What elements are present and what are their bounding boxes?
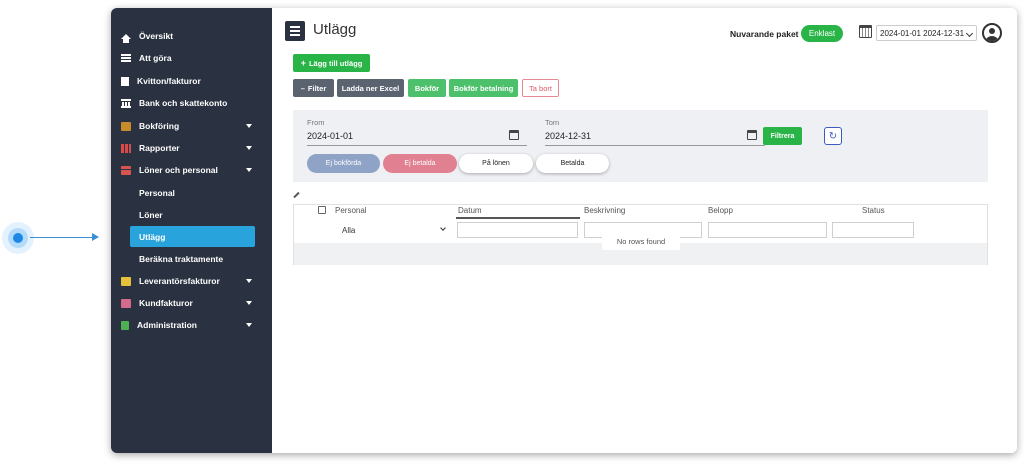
caret-down-icon: [246, 323, 252, 327]
bank-icon: [121, 98, 131, 108]
user-avatar-icon[interactable]: [982, 23, 1002, 43]
menu-icon[interactable]: [285, 21, 305, 41]
sort-indicator: [456, 217, 580, 219]
pill-pa-lonen[interactable]: På lönen: [459, 154, 533, 173]
sidebar-item-label: Översikt: [139, 31, 174, 41]
tom-underline: [545, 145, 765, 146]
add-expense-label: Lägg till utlägg: [308, 58, 363, 68]
card-icon: [121, 165, 131, 175]
home-icon: [121, 33, 131, 43]
app-window: Översikt Att göra Kvitton/fakturor Bank …: [111, 8, 1017, 453]
sidebar-subitem-loner[interactable]: Löner: [139, 210, 163, 220]
admin-icon: [121, 320, 129, 330]
tom-date-input[interactable]: 2024-12-31: [545, 131, 591, 141]
from-date-input[interactable]: 2024-01-01: [307, 131, 353, 141]
sidebar-item-label: Att göra: [139, 53, 172, 63]
tom-label: Tom: [545, 118, 560, 127]
column-header-beskrivning[interactable]: Beskrivning: [584, 206, 625, 215]
document-icon: [121, 76, 129, 86]
customer-icon: [121, 298, 131, 308]
sidebar: Översikt Att göra Kvitton/fakturor Bank …: [111, 8, 272, 453]
supplier-icon: [121, 276, 131, 286]
belopp-filter-input[interactable]: [708, 222, 827, 238]
sidebar-item-kvitton[interactable]: Kvitton/fakturor: [111, 71, 272, 91]
pin-icon[interactable]: [293, 191, 300, 199]
calendar-icon: [859, 25, 872, 38]
sidebar-item-label: Bokföring: [139, 121, 180, 131]
caret-down-icon: [246, 279, 252, 283]
period-select[interactable]: 2024-01-01 2024-12-31: [876, 25, 977, 41]
sidebar-item-leverantorsfakturor[interactable]: Leverantörsfakturor: [111, 271, 272, 291]
pill-ej-bokforda[interactable]: Ej bokförda: [307, 154, 380, 173]
caret-down-icon: [246, 146, 252, 150]
add-expense-button[interactable]: + Lägg till utlägg: [293, 54, 370, 72]
caret-down-icon: [246, 124, 252, 128]
column-header-datum[interactable]: Datum: [458, 206, 482, 215]
arrow-right-icon: [92, 233, 99, 241]
main-content: Utlägg Nuvarande paket Enklast 2024-01-0…: [272, 8, 1017, 453]
chevron-down-icon: [440, 225, 446, 231]
no-rows-overlay: No rows found: [602, 232, 680, 250]
delete-button[interactable]: Ta bort: [522, 79, 559, 97]
sidebar-item-label: Rapporter: [139, 143, 180, 153]
sidebar-item-administration[interactable]: Administration: [111, 315, 272, 335]
period-value: 2024-01-01 2024-12-31: [880, 28, 965, 38]
caret-down-icon: [246, 301, 252, 305]
column-header-personal[interactable]: Personal: [335, 206, 367, 215]
sidebar-item-label: Bank och skattekonto: [139, 98, 228, 108]
sidebar-item-rapporter[interactable]: Rapporter: [111, 138, 272, 158]
sidebar-item-oversikt[interactable]: Översikt: [111, 26, 272, 46]
sidebar-item-bokforing[interactable]: Bokföring: [111, 116, 272, 136]
datum-filter-input[interactable]: [457, 222, 578, 238]
sidebar-item-label: Administration: [137, 320, 197, 330]
from-underline: [307, 145, 527, 146]
filter-button[interactable]: – Filter: [293, 79, 334, 97]
personal-filter-value: Alla: [342, 225, 356, 235]
refresh-icon[interactable]: ↻: [824, 127, 842, 145]
package-label: Nuvarande paket: [730, 29, 799, 39]
sidebar-subitem-berakna-traktamente[interactable]: Beräkna traktamente: [139, 254, 223, 264]
sidebar-item-loner-och-personal[interactable]: Löner och personal: [111, 160, 272, 180]
minus-icon: –: [300, 83, 305, 93]
screenshot-stage: Översikt Att göra Kvitton/fakturor Bank …: [0, 0, 1024, 465]
caret-down-icon: [246, 168, 252, 172]
page-title: Utlägg: [313, 21, 357, 38]
column-header-belopp[interactable]: Belopp: [708, 206, 733, 215]
personal-filter-select[interactable]: Alla: [335, 222, 453, 238]
sidebar-item-label: Leverantörsfakturor: [139, 276, 220, 286]
book-icon: [121, 121, 131, 131]
pill-ej-betalda[interactable]: Ej betalda: [383, 154, 457, 173]
sidebar-subitem-personal[interactable]: Personal: [139, 188, 175, 198]
sidebar-subitem-utlagg[interactable]: Utlägg: [130, 226, 255, 247]
download-excel-button[interactable]: Ladda ner Excel: [337, 79, 404, 97]
pill-betalda[interactable]: Betalda: [536, 154, 609, 173]
filtrera-button[interactable]: Filtrera: [763, 127, 802, 145]
chart-icon: [121, 143, 131, 153]
pointer-line: [30, 237, 94, 238]
column-header-status[interactable]: Status: [862, 206, 885, 215]
calendar-icon[interactable]: [509, 130, 519, 140]
sidebar-item-bank[interactable]: Bank och skattekonto: [111, 93, 272, 113]
from-label: From: [307, 118, 325, 127]
sidebar-item-kundfakturor[interactable]: Kundfakturor: [111, 293, 272, 313]
calendar-icon[interactable]: [747, 130, 757, 140]
bokfor-betalning-button[interactable]: Bokför betalning: [449, 79, 518, 97]
chevron-down-icon: [965, 29, 974, 38]
sidebar-item-label: Löner och personal: [139, 165, 218, 175]
select-all-checkbox[interactable]: [318, 206, 326, 214]
status-filter-input[interactable]: [832, 222, 914, 238]
sidebar-item-label: Kundfakturor: [139, 298, 193, 308]
plus-icon: +: [300, 58, 306, 68]
sidebar-item-att-gora[interactable]: Att göra: [111, 48, 272, 68]
filter-label: Filter: [307, 83, 327, 93]
bokfor-button[interactable]: Bokför: [408, 79, 446, 97]
list-icon: [121, 53, 131, 63]
package-badge[interactable]: Enklast: [801, 25, 843, 42]
pointer-indicator: [2, 222, 34, 254]
sidebar-item-label: Kvitton/fakturor: [137, 76, 201, 86]
